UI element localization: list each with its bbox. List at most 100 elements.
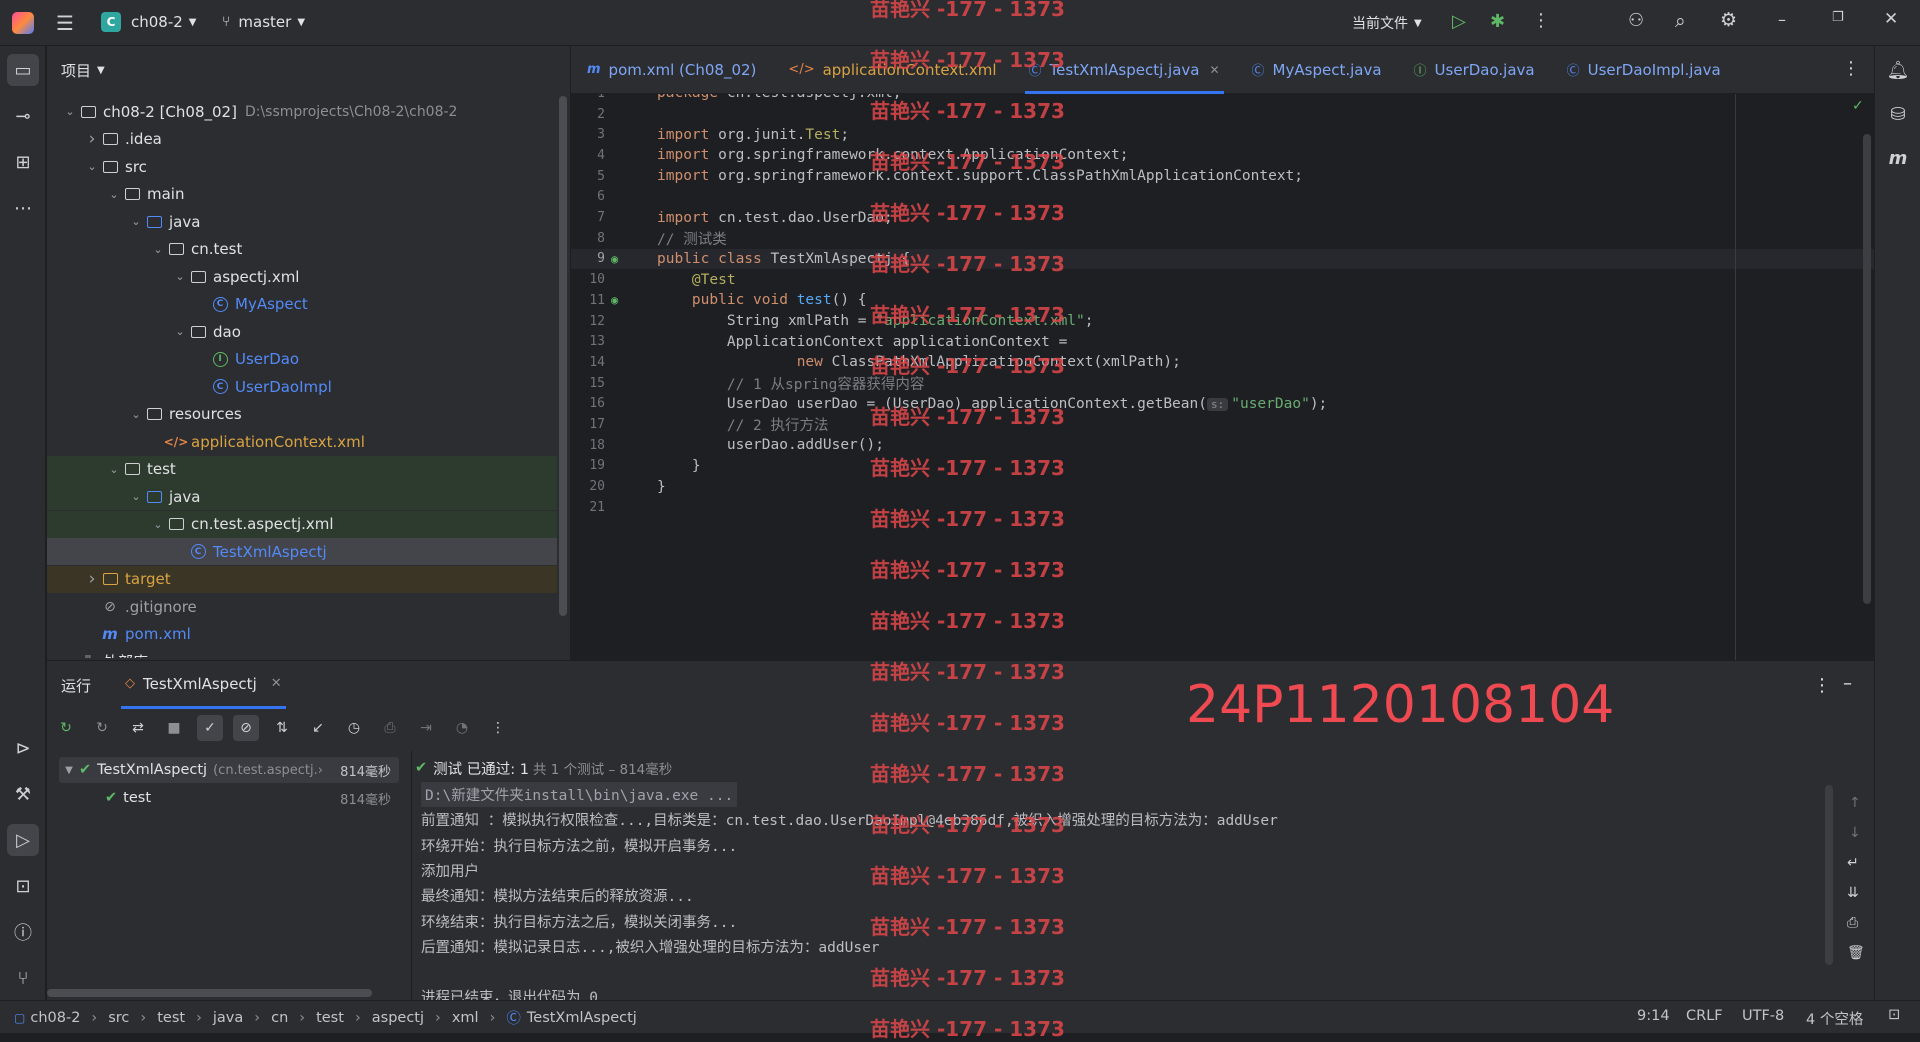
tree-item[interactable]: ›⫼ 外部库 (47, 648, 557, 659)
line-number[interactable]: 6 (571, 189, 605, 204)
line-number[interactable]: 9 (571, 251, 605, 266)
tree-item[interactable]: </> applicationContext.xml (47, 428, 557, 455)
line-number[interactable]: 2 (571, 107, 605, 122)
line-number[interactable]: 13 (571, 334, 605, 349)
chevron-down-icon[interactable]: ⌄ (105, 463, 123, 476)
problems-icon[interactable]: ⓘ (7, 916, 39, 948)
line-number[interactable]: 21 (571, 500, 605, 515)
stop-icon[interactable]: ■ (161, 715, 187, 741)
tree-item[interactable]: ⌄ resources (47, 401, 557, 428)
line-number[interactable]: 12 (571, 314, 605, 329)
terminal-icon[interactable]: ⊡ (7, 870, 39, 902)
caret-position[interactable]: 9:14 (1637, 1008, 1670, 1024)
tree-item[interactable]: ⌄ java (47, 483, 557, 510)
chevron-down-icon[interactable]: ⌄ (149, 518, 167, 531)
line-number[interactable]: 16 (571, 396, 605, 411)
line-number[interactable]: 14 (571, 355, 605, 370)
editor-tab[interactable]: Ⓒ MyAspect.java (1236, 46, 1398, 94)
line-number[interactable]: 17 (571, 417, 605, 432)
close-tab-icon[interactable]: ✕ (271, 676, 282, 691)
tree-item[interactable]: C UserDaoImpl (47, 373, 557, 400)
run-gutter-icon[interactable]: ◉ (611, 292, 657, 308)
chevron-down-icon[interactable]: ⌄ (127, 408, 145, 421)
coverage-icon[interactable]: ◔ (449, 715, 475, 741)
breadcrumb-item[interactable]: aspectj (372, 1010, 424, 1026)
editor-tab[interactable]: m pom.xml (Ch08_02) (571, 46, 772, 94)
app-logo-icon[interactable] (12, 12, 34, 34)
chevron-down-icon[interactable]: ⌄ (171, 325, 189, 338)
maven-icon[interactable]: m (1882, 142, 1914, 174)
git-icon[interactable]: ⑂ (7, 962, 39, 994)
line-number[interactable]: 11 (571, 293, 605, 308)
notifications-icon[interactable]: 🔔︎ (1882, 54, 1914, 86)
test-row-class[interactable]: ▼ ✔ TestXmlAspectj (cn.test.aspectj.› 81… (59, 757, 399, 783)
database-icon[interactable]: ⛁ (1882, 98, 1914, 130)
debug-icon[interactable]: ✱ (1490, 11, 1505, 32)
console-output[interactable]: ✔ 测试 已通过: 1 共 1 个测试 – 814毫秒 D:\新建文件夹inst… (413, 751, 1874, 1001)
project-scrollbar[interactable] (559, 96, 567, 616)
line-number[interactable]: 20 (571, 479, 605, 494)
chevron-right-icon[interactable]: › (61, 652, 79, 659)
rerun-failed-icon[interactable]: ↻ (89, 715, 115, 741)
tabs-more-icon[interactable]: ⋮ (1842, 58, 1860, 79)
show-passed-icon[interactable]: ✓ (197, 715, 223, 741)
scroll-up-icon[interactable]: ↑ (1849, 795, 1861, 811)
soft-wrap-icon[interactable]: ↵ (1847, 855, 1859, 871)
line-number[interactable]: 5 (571, 169, 605, 184)
console-scrollbar[interactable] (1825, 785, 1833, 965)
tree-item[interactable]: I UserDao (47, 346, 557, 373)
more-run-actions-icon[interactable]: ⋮ (485, 715, 511, 741)
branch-switcher[interactable]: ⑂ master ▼ (222, 13, 305, 31)
commit-icon[interactable]: ⊸ (7, 100, 39, 132)
chevron-down-icon[interactable]: ⌄ (61, 105, 79, 118)
more-tools-icon[interactable]: ⋯ (7, 192, 39, 224)
clear-console-icon[interactable]: 🗑︎ (1847, 945, 1865, 961)
editor-scrollbar[interactable] (1863, 134, 1871, 604)
run-tab[interactable]: ◇ TestXmlAspectj ✕ (121, 661, 286, 709)
minimize-icon[interactable]: – (1778, 10, 1786, 29)
line-number[interactable]: 8 (571, 231, 605, 246)
line-ending[interactable]: CRLF (1686, 1008, 1723, 1024)
code-editor[interactable]: 1 package cn.test.aspectj.xml; 2 3 import or… (571, 94, 1874, 660)
tree-item[interactable]: › .idea (47, 126, 557, 153)
scroll-down-icon[interactable]: ↓ (1849, 825, 1861, 841)
breadcrumb-item[interactable]: test (157, 1010, 185, 1026)
editor-tab[interactable]: Ⓒ TestXmlAspectj.java ✕ (1013, 46, 1236, 94)
editor-tab[interactable]: </> applicationContext.xml (772, 46, 1012, 94)
line-number[interactable]: 19 (571, 458, 605, 473)
screenshot-icon[interactable]: ⎙ (377, 715, 403, 741)
breadcrumb-item[interactable]: java (213, 1010, 243, 1026)
close-tab-icon[interactable]: ✕ (1209, 63, 1219, 77)
run-tool-icon[interactable]: ▷ (7, 824, 39, 856)
breadcrumb-item[interactable]: test (316, 1010, 344, 1026)
chevron-down-icon[interactable]: ⌄ (171, 270, 189, 283)
line-number[interactable]: 10 (571, 272, 605, 287)
line-number[interactable]: 15 (571, 376, 605, 391)
tree-item[interactable]: ⌄ test (47, 455, 557, 483)
editor-tab[interactable]: Ⓒ UserDaoImpl.java (1551, 46, 1737, 94)
project-panel-header[interactable]: 项目 ▼ (47, 46, 570, 94)
tree-item[interactable]: C MyAspect (47, 291, 557, 318)
breadcrumb-item[interactable]: src (108, 1010, 129, 1026)
tree-item[interactable]: ⊘ .gitignore (47, 593, 557, 620)
tree-item[interactable]: ⌄ aspectj.xml (47, 263, 557, 290)
settings-icon[interactable]: ⚙ (1720, 9, 1737, 31)
read-only-lock-icon[interactable]: ⊡ (1888, 1007, 1900, 1023)
scroll-to-end-icon[interactable]: ⇊ (1847, 885, 1859, 901)
sort-icon[interactable]: ⇅ (269, 715, 295, 741)
tree-item[interactable]: ⌄ main (47, 181, 557, 208)
run-gutter-icon[interactable]: ◉ (611, 251, 657, 267)
tree-item[interactable]: ⌄ ch08-2 [Ch08_02] D:\ssmprojects\Ch08-2\c… (47, 98, 557, 125)
tree-item[interactable]: C TestXmlAspectj (47, 538, 557, 565)
chevron-down-icon[interactable]: ⌄ (127, 490, 145, 503)
tree-item[interactable]: m pom.xml (47, 621, 557, 648)
services-icon[interactable]: ⊳ (7, 732, 39, 764)
run-panel-minimize-icon[interactable]: – (1843, 673, 1852, 694)
import-tests-icon[interactable]: ↙ (305, 715, 331, 741)
line-number[interactable]: 3 (571, 127, 605, 142)
breadcrumb-item[interactable]: ch08-2 (30, 1010, 80, 1026)
close-window-icon[interactable]: ✕ (1884, 9, 1898, 29)
run-panel-more-icon[interactable]: ⋮ (1813, 675, 1831, 696)
run-config-selector[interactable]: 当前文件 ▼ (1352, 13, 1422, 33)
line-number[interactable]: 7 (571, 210, 605, 225)
